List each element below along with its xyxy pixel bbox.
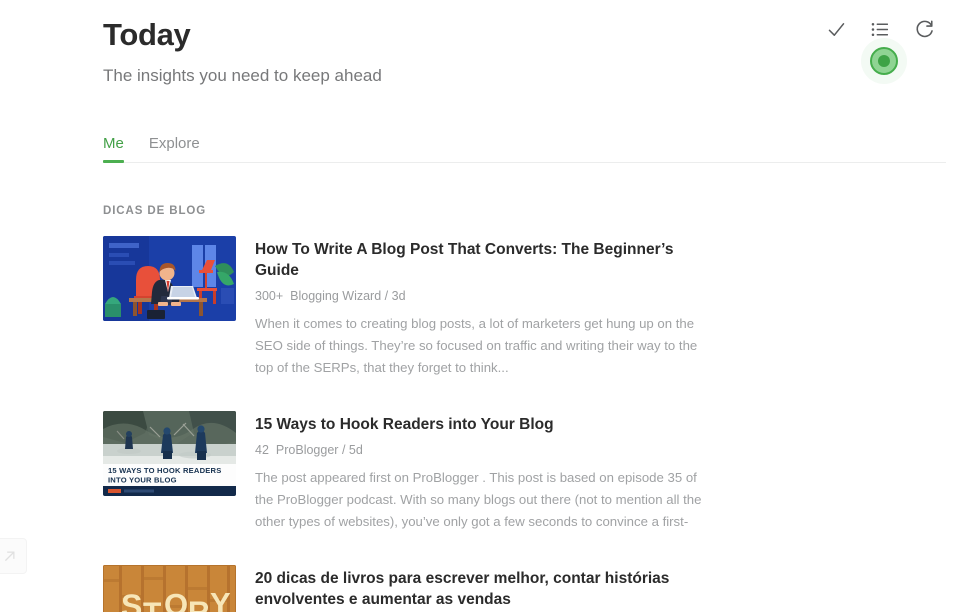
article-age: 3d xyxy=(391,289,406,303)
photo-fly-fishermen-in-river-with-title-overlay: 15 WAYS TO HOOK READERS INTO YOUR BLOG xyxy=(103,411,236,496)
list-view-icon[interactable] xyxy=(869,18,891,40)
article-title[interactable]: 15 Ways to Hook Readers into Your Blog xyxy=(255,414,710,435)
article-count: 42 xyxy=(255,443,269,457)
article-body: 15 Ways to Hook Readers into Your Blog 4… xyxy=(255,411,946,533)
illustration-person-at-desk-with-laptop xyxy=(103,236,236,321)
section-label: DICAS DE BLOG xyxy=(103,205,207,217)
svg-text:S: S xyxy=(121,588,142,612)
article-meta: 300+ Blogging Wizard / 3d xyxy=(255,288,946,304)
svg-text:Y: Y xyxy=(210,586,231,612)
check-icon[interactable] xyxy=(825,18,847,40)
article-feed: How To Write A Blog Post That Converts: … xyxy=(103,236,946,612)
article-thumbnail[interactable] xyxy=(103,236,236,321)
page-content: Today The insights you need to keep ahea… xyxy=(103,0,946,612)
article-source: ProBlogger xyxy=(275,443,339,457)
article-source: Blogging Wizard xyxy=(290,289,382,303)
tab-bar: Me Explore xyxy=(103,129,946,163)
article-item[interactable]: 15 WAYS TO HOOK READERS INTO YOUR BLOG 1… xyxy=(103,411,946,533)
tab-explore[interactable]: Explore xyxy=(149,135,200,162)
page-title: Today xyxy=(103,17,191,52)
article-item[interactable]: How To Write A Blog Post That Converts: … xyxy=(103,236,946,379)
article-thumbnail[interactable]: S T O R Y xyxy=(103,565,236,612)
refresh-icon[interactable] xyxy=(913,18,935,40)
expand-handle-icon[interactable] xyxy=(0,538,27,574)
page-subtitle: The insights you need to keep ahead xyxy=(103,66,382,85)
article-body: How To Write A Blog Post That Converts: … xyxy=(255,236,946,379)
recording-indicator-dot xyxy=(878,55,890,67)
article-count: 300+ xyxy=(255,289,284,303)
article-thumbnail[interactable]: 15 WAYS TO HOOK READERS INTO YOUR BLOG xyxy=(103,411,236,496)
article-item[interactable]: S T O R Y 20 dicas de livros para escrev… xyxy=(103,565,946,612)
svg-text:R: R xyxy=(188,596,210,612)
tab-me[interactable]: Me xyxy=(103,135,124,163)
svg-text:T: T xyxy=(143,597,161,612)
photo-story-letters-on-wooden-blocks: S T O R Y xyxy=(103,565,236,612)
article-age: 5d xyxy=(348,443,363,457)
article-meta-separator: / xyxy=(384,289,389,303)
svg-text:O: O xyxy=(164,587,188,612)
article-snippet: When it comes to creating blog posts, a … xyxy=(255,316,698,375)
article-title[interactable]: How To Write A Blog Post That Converts: … xyxy=(255,239,710,281)
recording-indicator[interactable] xyxy=(861,38,907,84)
recording-indicator-ring xyxy=(870,47,898,75)
article-meta: 42 ProBlogger / 5d xyxy=(255,442,946,458)
article-meta-separator: / xyxy=(341,443,346,457)
action-bar xyxy=(825,18,935,40)
article-body: 20 dicas de livros para escrever melhor,… xyxy=(255,565,946,610)
today-feed-screen: Today The insights you need to keep ahea… xyxy=(0,0,957,612)
article-title[interactable]: 20 dicas de livros para escrever melhor,… xyxy=(255,568,710,610)
svg-text:15 WAYS TO HOOK READERS: 15 WAYS TO HOOK READERS xyxy=(108,466,221,475)
svg-text:INTO YOUR BLOG: INTO YOUR BLOG xyxy=(108,476,177,485)
article-snippet: The post appeared first on ProBlogger . … xyxy=(255,470,702,529)
